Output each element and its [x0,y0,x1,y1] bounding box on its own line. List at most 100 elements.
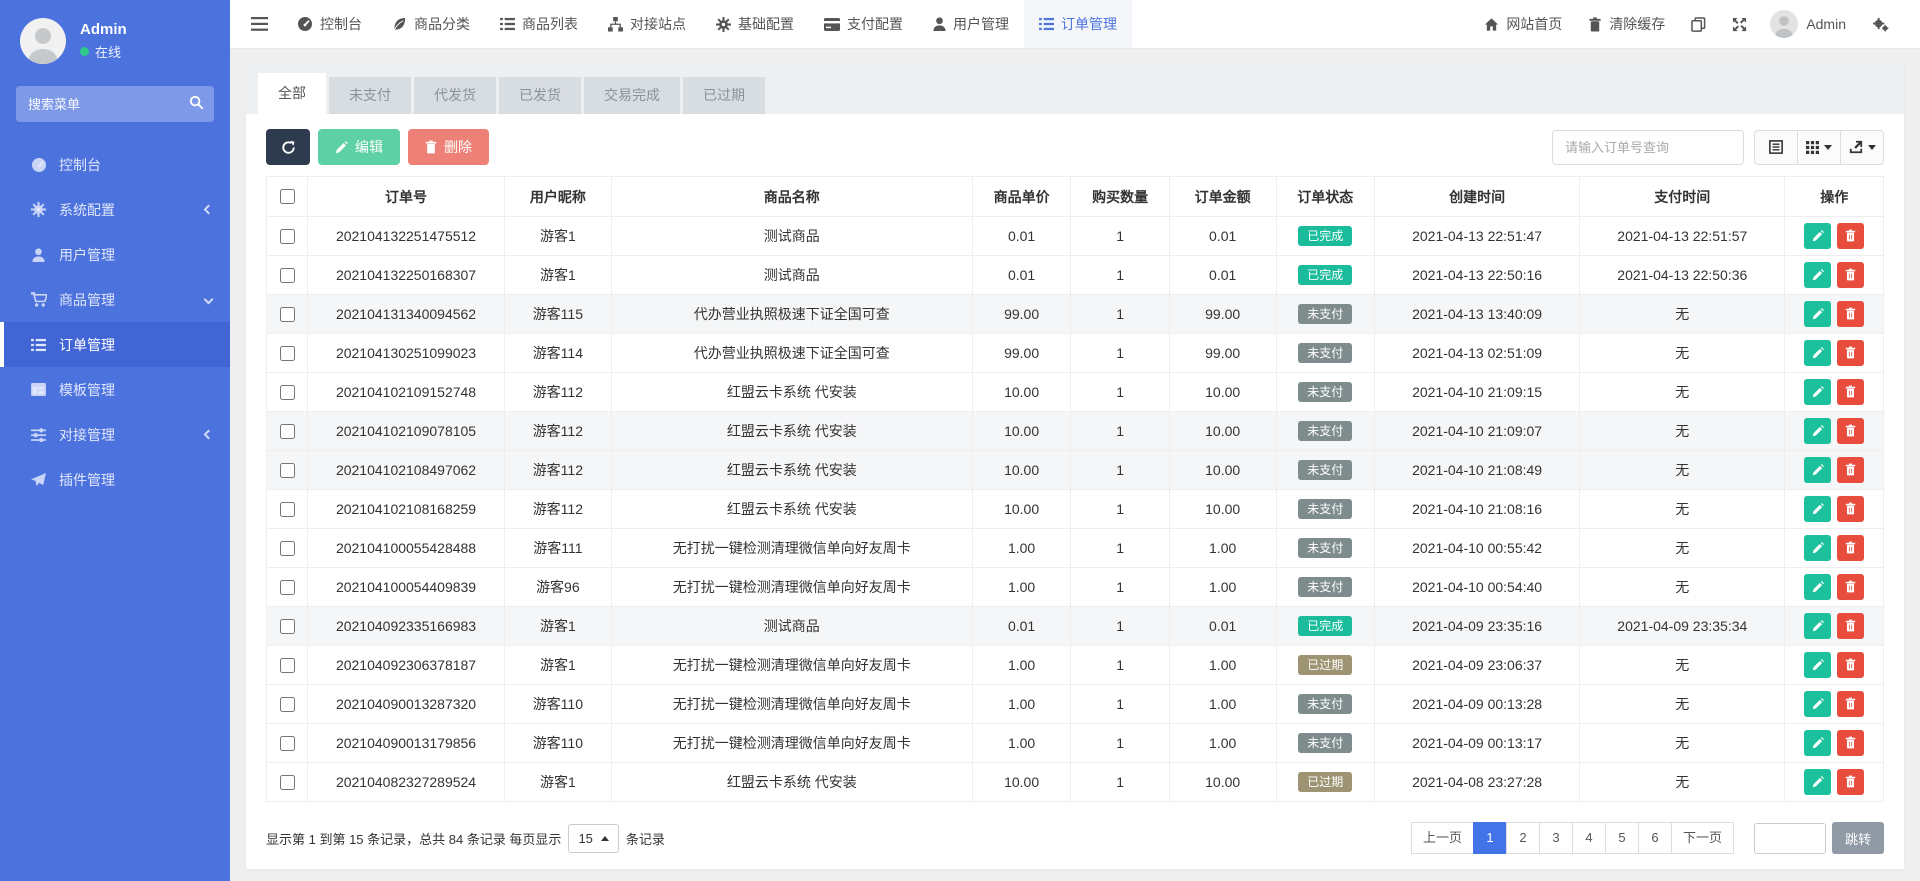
row-checkbox[interactable] [280,346,295,361]
settings-button[interactable] [1859,17,1902,32]
nav-item-控制台[interactable]: 控制台 [282,0,377,48]
tab-全部[interactable]: 全部 [258,73,326,114]
pagination-page-3[interactable]: 3 [1539,822,1573,854]
row-edit-button[interactable] [1804,652,1831,678]
nav-item-支付配置[interactable]: 支付配置 [809,0,918,48]
row-delete-button[interactable] [1837,418,1864,444]
row-edit-button[interactable] [1804,262,1831,288]
sidebar-item-控制台[interactable]: 控制台 [0,142,230,187]
refresh-button[interactable] [266,129,310,165]
row-delete-button[interactable] [1837,691,1864,717]
edit-button[interactable]: 编辑 [318,129,400,165]
tab-交易完成[interactable]: 交易完成 [584,77,680,114]
tab-代发货[interactable]: 代发货 [414,77,496,114]
row-edit-button[interactable] [1804,535,1831,561]
fullscreen-button[interactable] [1719,17,1760,32]
nav-item-商品分类[interactable]: 商品分类 [377,0,485,48]
row-checkbox[interactable] [280,502,295,517]
row-checkbox[interactable] [280,697,295,712]
site-home-link[interactable]: 网站首页 [1471,14,1575,34]
row-edit-button[interactable] [1804,223,1831,249]
pagination-page-2[interactable]: 2 [1506,822,1540,854]
sidebar-item-用户管理[interactable]: 用户管理 [0,232,230,277]
sidebar-item-商品管理[interactable]: 商品管理 [0,277,230,322]
sidebar-item-模板管理[interactable]: 模板管理 [0,367,230,412]
delete-button[interactable]: 删除 [408,129,489,165]
current-user-menu[interactable]: Admin [1806,16,1859,32]
select-all-checkbox[interactable] [280,189,295,204]
row-edit-button[interactable] [1804,301,1831,327]
pagination-next-button[interactable]: 下一页 [1671,822,1734,854]
row-checkbox[interactable] [280,736,295,751]
copy-pages-button[interactable] [1678,17,1719,32]
row-edit-button[interactable] [1804,418,1831,444]
row-delete-button[interactable] [1837,769,1864,795]
search-icon[interactable] [189,95,204,115]
pagination-page-6[interactable]: 6 [1638,822,1672,854]
nav-item-基础配置[interactable]: 基础配置 [701,0,809,48]
row-checkbox[interactable] [280,619,295,634]
trash-icon [1845,736,1856,749]
tab-已发货[interactable]: 已发货 [499,77,581,114]
row-edit-button[interactable] [1804,340,1831,366]
menu-toggle-icon[interactable] [236,0,282,48]
row-edit-button[interactable] [1804,730,1831,756]
tab-已过期[interactable]: 已过期 [683,77,765,114]
row-delete-button[interactable] [1837,613,1864,639]
page-size-value: 15 [578,831,592,846]
nav-item-用户管理[interactable]: 用户管理 [918,0,1024,48]
user-avatar[interactable] [1770,10,1798,38]
row-delete-button[interactable] [1837,301,1864,327]
row-edit-button[interactable] [1804,379,1831,405]
sidebar-item-对接管理[interactable]: 对接管理 [0,412,230,457]
row-checkbox[interactable] [280,775,295,790]
row-edit-button[interactable] [1804,457,1831,483]
row-delete-button[interactable] [1837,574,1864,600]
trash-icon [1588,17,1602,32]
nav-item-商品列表[interactable]: 商品列表 [485,0,593,48]
jump-page-input[interactable] [1754,823,1826,854]
row-edit-button[interactable] [1804,691,1831,717]
row-delete-button[interactable] [1837,379,1864,405]
export-dropdown-button[interactable] [1840,130,1884,165]
row-checkbox[interactable] [280,307,295,322]
row-checkbox[interactable] [280,385,295,400]
row-edit-button[interactable] [1804,574,1831,600]
pagination-page-1[interactable]: 1 [1473,822,1507,854]
pagination-page-5[interactable]: 5 [1605,822,1639,854]
row-edit-button[interactable] [1804,496,1831,522]
row-checkbox[interactable] [280,463,295,478]
row-delete-button[interactable] [1837,262,1864,288]
columns-dropdown-button[interactable] [1797,130,1841,165]
nav-item-对接站点[interactable]: 对接站点 [593,0,701,48]
detail-view-button[interactable] [1754,130,1798,165]
pagination-page-4[interactable]: 4 [1572,822,1606,854]
row-checkbox[interactable] [280,658,295,673]
row-checkbox[interactable] [280,580,295,595]
jump-button[interactable]: 跳转 [1832,822,1884,854]
clear-cache-button[interactable]: 清除缓存 [1575,14,1678,34]
row-edit-button[interactable] [1804,769,1831,795]
order-search-input[interactable] [1552,130,1744,165]
row-delete-button[interactable] [1837,652,1864,678]
row-checkbox[interactable] [280,229,295,244]
row-checkbox[interactable] [280,541,295,556]
row-delete-button[interactable] [1837,340,1864,366]
cell-nickname: 游客1 [505,646,612,685]
sidebar-item-插件管理[interactable]: 插件管理 [0,457,230,502]
row-delete-button[interactable] [1837,730,1864,756]
pagination-prev-button[interactable]: 上一页 [1411,822,1474,854]
row-checkbox[interactable] [280,268,295,283]
row-delete-button[interactable] [1837,457,1864,483]
row-delete-button[interactable] [1837,535,1864,561]
page-size-select[interactable]: 15 [568,824,618,853]
row-delete-button[interactable] [1837,496,1864,522]
sidebar-search-input[interactable] [16,86,214,122]
nav-item-订单管理[interactable]: 订单管理 [1024,0,1132,48]
row-checkbox[interactable] [280,424,295,439]
row-delete-button[interactable] [1837,223,1864,249]
sidebar-item-订单管理[interactable]: 订单管理 [0,322,230,367]
row-edit-button[interactable] [1804,613,1831,639]
sidebar-item-系统配置[interactable]: 系统配置 [0,187,230,232]
tab-未支付[interactable]: 未支付 [329,77,411,114]
